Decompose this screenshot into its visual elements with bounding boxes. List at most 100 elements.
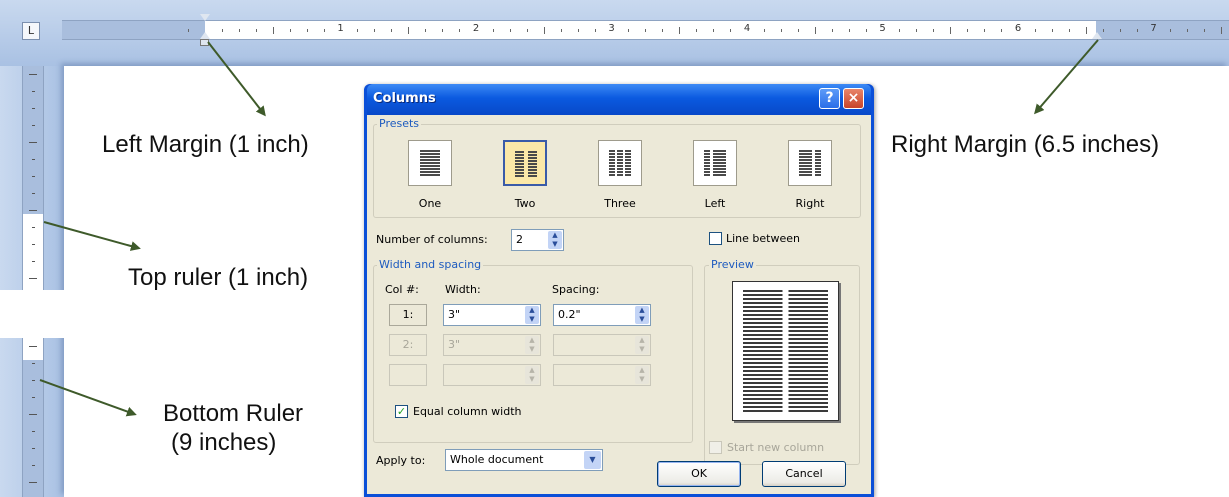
ruler-tick	[255, 29, 257, 32]
spin-arrows-icon[interactable]: ▲ ▼	[635, 366, 649, 384]
right-indent-marker[interactable]	[1092, 32, 1102, 39]
start-new-column-checkbox[interactable]	[709, 441, 722, 454]
ruler-tick	[730, 29, 732, 32]
spin-arrows-icon[interactable]: ▲ ▼	[525, 306, 539, 324]
apply-to-select[interactable]: Whole document ▼	[445, 449, 603, 471]
help-button[interactable]: ?	[819, 88, 840, 109]
ruler-tick	[32, 125, 35, 126]
line-between-label: Line between	[726, 232, 800, 245]
width-spacing-label: Width and spacing	[377, 258, 484, 271]
width-stepper-1[interactable]: 3" ▲ ▼	[443, 304, 541, 326]
horizontal-ruler[interactable]: 1 2 3 4 5 6 7	[62, 20, 1229, 40]
ruler-tick	[814, 27, 816, 34]
tab-stop-left-icon[interactable]: L	[22, 22, 40, 40]
apply-to-value: Whole document	[450, 453, 544, 466]
ruler-tick	[323, 29, 325, 32]
width-stepper-2[interactable]: 3" ▲ ▼	[443, 334, 541, 356]
first-line-indent-marker[interactable]	[200, 14, 210, 21]
ruler-tick	[1119, 29, 1121, 32]
dialog-titlebar[interactable]: Columns ? ×	[367, 84, 871, 115]
col-number-1: 1:	[389, 304, 427, 326]
left-indent-marker[interactable]	[200, 39, 209, 46]
ruler-number: 2	[472, 23, 480, 34]
vertical-ruler-bottom[interactable]	[22, 338, 44, 497]
ruler-tick	[32, 397, 35, 398]
ruler-tick	[442, 29, 444, 32]
ruler-tick	[32, 193, 35, 194]
ruler-tick	[967, 29, 969, 32]
ruler-tick	[29, 414, 37, 415]
apply-to-label: Apply to:	[376, 454, 426, 467]
ruler-tick	[848, 29, 850, 32]
ruler-tick	[29, 346, 37, 347]
ruler-tick	[391, 29, 393, 32]
spin-arrows-icon[interactable]: ▲ ▼	[525, 336, 539, 354]
preset-left-button[interactable]	[693, 140, 737, 186]
ruler-tick	[459, 29, 461, 32]
ruler-tick	[1085, 27, 1087, 34]
bottom-ruler-callout-line2: (9 inches)	[171, 429, 277, 456]
spin-arrows-icon[interactable]: ▲ ▼	[525, 366, 539, 384]
close-button[interactable]: ×	[843, 88, 864, 109]
ruler-tick	[32, 380, 35, 381]
ruler-tick	[29, 278, 37, 279]
ruler-tick	[32, 244, 35, 245]
width-value-1: 3"	[448, 308, 461, 321]
start-new-column-label: Start new column	[727, 441, 825, 454]
equal-column-width-checkbox[interactable]: ✓	[395, 405, 408, 418]
ruler-tick	[696, 29, 698, 32]
ruler-tick	[780, 29, 782, 32]
hanging-indent-marker[interactable]	[200, 32, 210, 39]
preset-three-label: Three	[604, 197, 636, 210]
ruler-tick	[1187, 29, 1189, 32]
right-margin-shade	[1096, 21, 1229, 39]
spacing-stepper-2[interactable]: ▲ ▼	[553, 334, 651, 356]
ruler-tick	[831, 29, 833, 32]
ruler-tick	[899, 29, 901, 32]
ruler-tick	[628, 29, 630, 32]
ruler-tick	[560, 29, 562, 32]
ruler-number: 4	[743, 23, 751, 34]
ruler-tick	[32, 91, 35, 92]
dropdown-arrow-icon[interactable]: ▼	[584, 451, 601, 469]
ruler-tick	[1136, 29, 1138, 32]
spin-arrows-icon[interactable]: ▲ ▼	[635, 306, 649, 324]
preset-one-button[interactable]	[408, 140, 452, 186]
ruler-tick	[662, 29, 664, 32]
spacing-stepper-3[interactable]: ▲ ▼	[553, 364, 651, 386]
ruler-tick	[32, 108, 35, 109]
number-of-columns-value: 2	[516, 233, 523, 246]
dialog-body: Presets One Two Three Left Right Number of c…	[367, 115, 871, 494]
spin-arrows-icon[interactable]: ▲ ▼	[635, 336, 649, 354]
width-header: Width:	[445, 283, 481, 296]
ruler-tick	[32, 159, 35, 160]
width-stepper-3[interactable]: ▲ ▼	[443, 364, 541, 386]
ruler-tick	[357, 29, 359, 32]
ok-button[interactable]: OK	[657, 461, 741, 487]
ruler-tick	[29, 74, 37, 75]
number-of-columns-stepper[interactable]: 2 ▲ ▼	[511, 229, 564, 251]
ruler-tick	[679, 27, 681, 34]
ruler-tick	[1034, 29, 1036, 32]
preset-right-button[interactable]	[788, 140, 832, 186]
preset-three-button[interactable]	[598, 140, 642, 186]
ruler-tick	[374, 29, 376, 32]
ruler-tick	[306, 29, 308, 32]
ruler-tick	[543, 27, 545, 34]
col-number-2: 2:	[389, 334, 427, 356]
vertical-ruler-top[interactable]	[22, 66, 44, 290]
ruler-tick	[289, 29, 291, 32]
spacing-stepper-1[interactable]: 0.2" ▲ ▼	[553, 304, 651, 326]
cancel-button[interactable]: Cancel	[762, 461, 846, 487]
ruler-tick	[984, 29, 986, 32]
preset-two-button[interactable]	[503, 140, 547, 186]
ruler-tick	[577, 29, 579, 32]
ruler-tick	[509, 29, 511, 32]
ruler-tick	[1204, 29, 1206, 32]
spin-arrows-icon[interactable]: ▲ ▼	[548, 231, 562, 249]
ruler-tick	[238, 29, 240, 32]
ruler-number: 7	[1150, 23, 1157, 34]
ruler-tick	[797, 29, 799, 32]
spacing-value-1: 0.2"	[558, 308, 581, 321]
line-between-checkbox[interactable]	[709, 232, 722, 245]
